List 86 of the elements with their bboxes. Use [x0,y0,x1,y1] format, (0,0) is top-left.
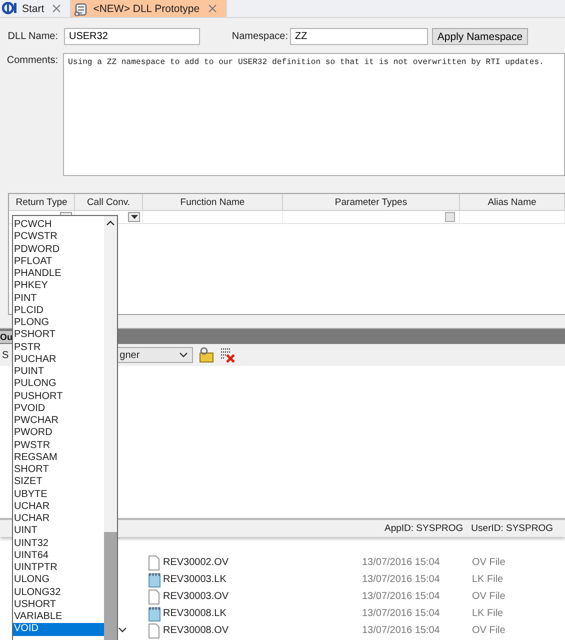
dropdown-option[interactable]: PULONG [13,378,104,390]
caret-icon [130,215,138,219]
notepad-icon [147,606,161,622]
file-name[interactable]: REV30003.OV [163,591,362,602]
file-date: 13/07/2016 15:04 [362,591,441,602]
dropdown-option[interactable]: PWSTR [13,440,104,452]
dropdown-option[interactable]: PHANDLE [13,268,104,280]
ellipsis-button[interactable] [445,212,455,222]
dropdown-option[interactable]: VOID [13,623,104,636]
app-logo-icon [2,2,18,16]
file-name[interactable]: REV30002.OV [163,557,362,568]
dropdown-option[interactable]: USHORT [13,598,104,611]
file-name[interactable]: REV30003.LK [163,574,362,585]
file-type: LK File [472,574,504,585]
dropdown-option[interactable]: PUSHORT [13,390,104,403]
column-header[interactable]: Parameter Types [283,194,460,211]
dropdown-option[interactable]: UINT32 [13,538,104,550]
dropdown-option[interactable]: PDWORD [13,244,104,256]
dropdown-option[interactable]: ULONG32 [13,586,104,599]
dll-name-field[interactable]: USER32 [64,28,200,45]
file-date: 13/07/2016 15:04 [362,625,441,636]
tab[interactable]: Start [0,0,72,17]
column-header[interactable]: Return Type [9,194,75,211]
dropdown-option[interactable]: PUINT [13,366,104,378]
field-label: DLL Name: [6,31,58,42]
tab-label: Start [22,2,44,14]
file-date: 13/07/2016 15:04 [362,574,441,585]
tab[interactable]: <NEW> DLL Prototype [71,0,227,17]
dropdown-option[interactable]: PINT [13,292,104,305]
dropdown-option[interactable]: PWCHAR [13,415,104,428]
dropdown-option[interactable]: UCHAR [13,513,104,526]
close-icon [52,4,62,13]
dropdown-button[interactable] [128,212,140,222]
clear-list-icon [218,347,235,363]
scrollbar-thumb[interactable] [104,532,117,640]
dropdown-option[interactable]: UCHAR [13,500,104,513]
namespace-field[interactable]: ZZ [290,28,428,45]
dropdown-option[interactable]: UINT64 [13,550,104,562]
file-type: LK File [472,608,504,619]
dropdown-option[interactable]: PWORD [13,427,104,440]
dropdown-option[interactable]: PLCID [13,304,104,317]
column-header[interactable]: Function Name [143,194,283,211]
close-icon [208,4,217,13]
scroll-down-icon [118,627,127,633]
toolbar-label: S [2,350,9,360]
filter-combo[interactable]: gner [116,347,193,363]
field-label: Comments: [6,54,58,68]
file-icon [147,554,161,570]
file-date: 13/07/2016 15:04 [362,557,441,568]
dropdown-option[interactable]: VARIABLE [13,611,104,624]
notepad-icon [147,572,161,588]
comments-field[interactable]: Using a ZZ namespace to add to our USER32 definition so that it is not overwritten by RTI updates. [63,53,565,176]
dropdown-option[interactable]: UINTPTR [13,562,104,574]
dropdown-option[interactable]: UINT [13,525,104,538]
dropdown-option[interactable]: PSHORT [13,329,104,342]
dropdown-option[interactable]: UBYTE [13,488,104,501]
dropdown-option[interactable]: SIZET [13,476,104,488]
column-header[interactable]: Call Conv. [75,194,143,211]
dropdown-option[interactable]: PCWSTR [13,231,104,244]
file-type: OV File [472,557,506,568]
panel-tab[interactable]: Ou [0,330,12,342]
field-label: Namespace: [230,31,288,42]
dropdown-option[interactable]: PLONG [13,317,104,330]
status-text: UserID: SYSPROG [471,523,553,534]
scroll-up-icon [106,220,115,226]
file-type: OV File [472,591,506,602]
dropdown-option[interactable]: PHKEY [13,280,104,292]
dropdown-option[interactable]: REGSAM [13,452,104,464]
file-date: 13/07/2016 15:04 [362,608,441,619]
status-text: AppID: SYSPROG [384,523,464,534]
file-type: OV File [472,625,506,636]
caret-icon [178,352,188,358]
dropdown-option[interactable]: PVOID [13,402,104,415]
folder-lock-icon [198,347,214,363]
file-name[interactable]: REV30008.LK [163,608,362,619]
dropdown-option[interactable]: PSTR [13,342,104,354]
column-header[interactable]: Alias Name [460,194,565,211]
file-icon [147,588,161,604]
dropdown-option[interactable]: SHORT [13,464,104,476]
tab-label: <NEW> DLL Prototype [93,2,200,14]
dropdown-option[interactable]: PUCHAR [13,354,104,366]
dropdown-option[interactable]: PCWCH [13,219,104,232]
dropdown-option[interactable]: ULONG [13,574,104,586]
apply-namespace-button[interactable]: Apply Namespace [432,28,528,45]
file-name[interactable]: REV30008.OV [163,625,362,636]
dropdown-option[interactable]: PFLOAT [13,256,104,268]
